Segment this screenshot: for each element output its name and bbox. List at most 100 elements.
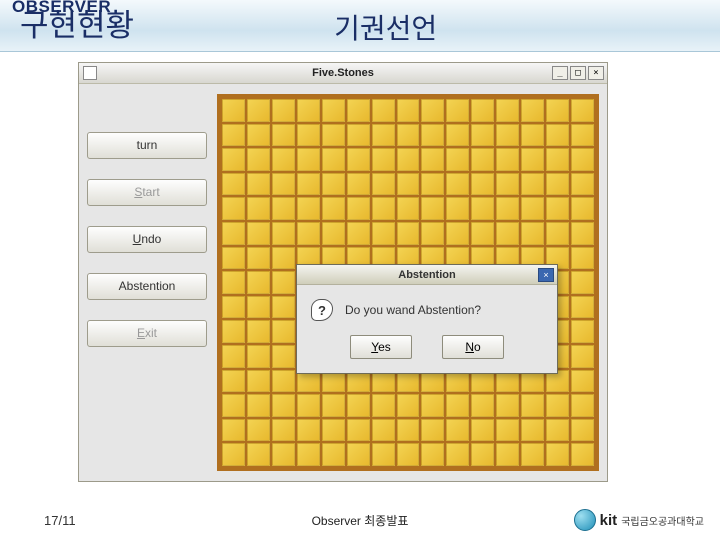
board-cell[interactable]	[247, 247, 270, 270]
board-cell[interactable]	[496, 124, 519, 147]
board-cell[interactable]	[222, 173, 245, 196]
board-cell[interactable]	[272, 370, 295, 393]
board-cell[interactable]	[397, 419, 420, 442]
board-cell[interactable]	[222, 394, 245, 417]
board-cell[interactable]	[347, 419, 370, 442]
board-cell[interactable]	[571, 222, 594, 245]
board-cell[interactable]	[272, 99, 295, 122]
board-cell[interactable]	[571, 370, 594, 393]
board-cell[interactable]	[397, 222, 420, 245]
board-cell[interactable]	[496, 99, 519, 122]
board-cell[interactable]	[247, 222, 270, 245]
board-cell[interactable]	[297, 443, 320, 466]
board-cell[interactable]	[571, 124, 594, 147]
board-cell[interactable]	[247, 419, 270, 442]
board-cell[interactable]	[421, 173, 444, 196]
board-cell[interactable]	[247, 197, 270, 220]
board-cell[interactable]	[222, 320, 245, 343]
board-cell[interactable]	[372, 173, 395, 196]
board-cell[interactable]	[347, 197, 370, 220]
board-cell[interactable]	[571, 271, 594, 294]
board-cell[interactable]	[446, 197, 469, 220]
board-cell[interactable]	[546, 197, 569, 220]
board-cell[interactable]	[247, 296, 270, 319]
board-cell[interactable]	[272, 443, 295, 466]
board-cell[interactable]	[471, 99, 494, 122]
board-cell[interactable]	[571, 173, 594, 196]
board-cell[interactable]	[247, 345, 270, 368]
board-cell[interactable]	[222, 124, 245, 147]
board-cell[interactable]	[571, 148, 594, 171]
board-cell[interactable]	[397, 124, 420, 147]
board-cell[interactable]	[521, 148, 544, 171]
board-cell[interactable]	[471, 222, 494, 245]
board-cell[interactable]	[247, 271, 270, 294]
board-cell[interactable]	[272, 271, 295, 294]
board-cell[interactable]	[222, 370, 245, 393]
board-cell[interactable]	[446, 443, 469, 466]
board-cell[interactable]	[471, 124, 494, 147]
board-cell[interactable]	[372, 222, 395, 245]
board-cell[interactable]	[322, 173, 345, 196]
board-cell[interactable]	[397, 443, 420, 466]
board-cell[interactable]	[347, 124, 370, 147]
board-cell[interactable]	[222, 222, 245, 245]
turn-button[interactable]: turn	[87, 132, 207, 159]
board-cell[interactable]	[397, 173, 420, 196]
board-cell[interactable]	[446, 173, 469, 196]
board-cell[interactable]	[222, 148, 245, 171]
board-cell[interactable]	[521, 394, 544, 417]
board-cell[interactable]	[347, 222, 370, 245]
board-cell[interactable]	[322, 443, 345, 466]
board-cell[interactable]	[347, 99, 370, 122]
board-cell[interactable]	[546, 124, 569, 147]
board-cell[interactable]	[397, 148, 420, 171]
no-button[interactable]: No	[442, 335, 504, 359]
board-cell[interactable]	[297, 419, 320, 442]
board-cell[interactable]	[471, 173, 494, 196]
board-cell[interactable]	[471, 419, 494, 442]
board-cell[interactable]	[546, 443, 569, 466]
board-cell[interactable]	[397, 99, 420, 122]
board-cell[interactable]	[546, 148, 569, 171]
board-cell[interactable]	[496, 197, 519, 220]
board-cell[interactable]	[222, 197, 245, 220]
board-cell[interactable]	[521, 124, 544, 147]
board-cell[interactable]	[471, 148, 494, 171]
board-cell[interactable]	[546, 222, 569, 245]
board-cell[interactable]	[247, 173, 270, 196]
board-cell[interactable]	[421, 197, 444, 220]
board-cell[interactable]	[372, 443, 395, 466]
board-cell[interactable]	[446, 419, 469, 442]
board-cell[interactable]	[571, 345, 594, 368]
board-cell[interactable]	[521, 222, 544, 245]
board-cell[interactable]	[247, 394, 270, 417]
board-cell[interactable]	[446, 148, 469, 171]
abstention-button[interactable]: Abstention	[87, 273, 207, 300]
board-cell[interactable]	[297, 197, 320, 220]
board-cell[interactable]	[347, 173, 370, 196]
board-cell[interactable]	[222, 345, 245, 368]
board-cell[interactable]	[247, 148, 270, 171]
board-cell[interactable]	[546, 419, 569, 442]
board-cell[interactable]	[347, 148, 370, 171]
board-cell[interactable]	[421, 124, 444, 147]
board-cell[interactable]	[297, 148, 320, 171]
board-cell[interactable]	[247, 99, 270, 122]
board-cell[interactable]	[421, 222, 444, 245]
board-cell[interactable]	[247, 443, 270, 466]
board-cell[interactable]	[571, 99, 594, 122]
board-cell[interactable]	[272, 148, 295, 171]
board-cell[interactable]	[322, 197, 345, 220]
board-cell[interactable]	[372, 148, 395, 171]
board-cell[interactable]	[546, 394, 569, 417]
board-cell[interactable]	[272, 320, 295, 343]
board-cell[interactable]	[571, 419, 594, 442]
yes-button[interactable]: Yes	[350, 335, 412, 359]
board-cell[interactable]	[247, 320, 270, 343]
board-cell[interactable]	[446, 394, 469, 417]
board-cell[interactable]	[222, 271, 245, 294]
board-cell[interactable]	[272, 394, 295, 417]
board-cell[interactable]	[421, 99, 444, 122]
board-cell[interactable]	[272, 247, 295, 270]
